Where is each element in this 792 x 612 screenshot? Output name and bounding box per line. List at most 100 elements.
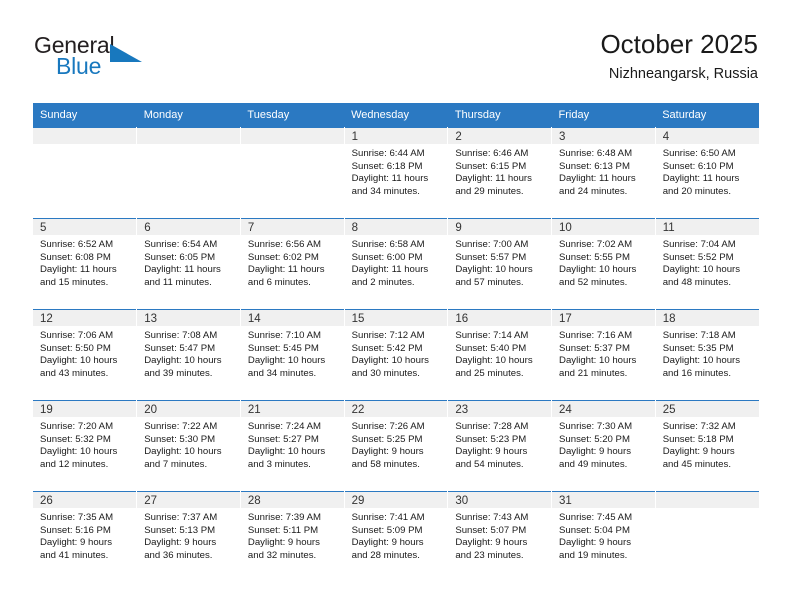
calendar-day-cell[interactable]: 31 Sunrise: 7:45 AM Sunset: 5:04 PM Dayligh… bbox=[551, 491, 656, 582]
sunrise-text: Sunrise: 7:41 AM bbox=[351, 512, 425, 523]
calendar-day-cell[interactable]: 3 Sunrise: 6:48 AM Sunset: 6:13 PM Daylight… bbox=[551, 127, 656, 219]
calendar-day-cell[interactable]: 22 Sunrise: 7:26 AM Sunset: 5:25 PM Dayligh… bbox=[344, 400, 449, 492]
sunrise-text: Sunrise: 7:45 AM bbox=[559, 512, 633, 523]
day-details: Sunrise: 7:45 AM Sunset: 5:04 PM Daylight:… bbox=[552, 508, 655, 562]
daylight-text-line1: Daylight: 10 hours bbox=[455, 355, 533, 367]
day-details: Sunrise: 6:52 AM Sunset: 6:08 PM Daylight:… bbox=[33, 235, 136, 289]
daylight-text-line2: and 34 minutes. bbox=[351, 185, 420, 197]
sunset-text: Sunset: 5:37 PM bbox=[559, 342, 630, 354]
day-details: Sunrise: 6:46 AM Sunset: 6:15 PM Daylight:… bbox=[448, 144, 551, 198]
calendar-day-cell[interactable]: 17 Sunrise: 7:16 AM Sunset: 5:37 PM Dayligh… bbox=[551, 309, 656, 401]
calendar-day-cell[interactable]: 12 Sunrise: 7:06 AM Sunset: 5:50 PM Dayligh… bbox=[33, 309, 138, 401]
calendar-day-cell-empty bbox=[33, 127, 138, 219]
calendar-day-cell[interactable]: 7 Sunrise: 6:56 AM Sunset: 6:02 PM Daylight… bbox=[240, 218, 345, 310]
calendar-day-cell[interactable]: 28 Sunrise: 7:39 AM Sunset: 5:11 PM Dayligh… bbox=[240, 491, 345, 582]
calendar-day-cell[interactable]: 25 Sunrise: 7:32 AM Sunset: 5:18 PM Dayligh… bbox=[655, 400, 759, 492]
weekday-header-sunday: Sunday bbox=[33, 103, 137, 128]
day-number: 24 bbox=[552, 401, 655, 417]
day-number: 20 bbox=[137, 401, 240, 417]
daylight-text-line1: Daylight: 10 hours bbox=[40, 355, 118, 367]
day-number bbox=[240, 128, 344, 144]
calendar-day-cell[interactable]: 2 Sunrise: 6:46 AM Sunset: 6:15 PM Daylight… bbox=[447, 127, 553, 219]
page-title: October 2025 bbox=[600, 29, 758, 59]
daylight-text-line2: and 30 minutes. bbox=[351, 367, 420, 379]
calendar-day-cell[interactable]: 11 Sunrise: 7:04 AM Sunset: 5:52 PM Dayligh… bbox=[655, 218, 759, 310]
day-details: Sunrise: 7:12 AM Sunset: 5:42 PM Daylight:… bbox=[345, 326, 448, 380]
daylight-text-line1: Daylight: 10 hours bbox=[144, 446, 222, 458]
daylight-text-line2: and 58 minutes. bbox=[351, 458, 420, 470]
daylight-text-line2: and 19 minutes. bbox=[559, 549, 628, 561]
daylight-text-line2: and 52 minutes. bbox=[559, 276, 628, 288]
day-details: Sunrise: 7:02 AM Sunset: 5:55 PM Daylight:… bbox=[552, 235, 655, 289]
daylight-text-line1: Daylight: 10 hours bbox=[455, 264, 533, 276]
calendar-day-cell[interactable]: 26 Sunrise: 7:35 AM Sunset: 5:16 PM Dayligh… bbox=[33, 491, 138, 582]
calendar-day-cell[interactable]: 4 Sunrise: 6:50 AM Sunset: 6:10 PM Daylight… bbox=[655, 127, 759, 219]
calendar-day-cell[interactable]: 14 Sunrise: 7:10 AM Sunset: 5:45 PM Dayligh… bbox=[240, 309, 345, 401]
calendar-day-cell[interactable]: 13 Sunrise: 7:08 AM Sunset: 5:47 PM Dayligh… bbox=[136, 309, 241, 401]
day-details: Sunrise: 6:56 AM Sunset: 6:02 PM Daylight:… bbox=[241, 235, 344, 289]
day-details: Sunrise: 7:00 AM Sunset: 5:57 PM Daylight:… bbox=[448, 235, 551, 289]
daylight-text-line1: Daylight: 10 hours bbox=[559, 355, 637, 367]
day-number: 16 bbox=[448, 310, 552, 326]
calendar-day-cell[interactable]: 24 Sunrise: 7:30 AM Sunset: 5:20 PM Dayligh… bbox=[551, 400, 656, 492]
calendar-day-cell[interactable]: 8 Sunrise: 6:58 AM Sunset: 6:00 PM Daylight… bbox=[344, 218, 449, 310]
calendar-day-cell[interactable]: 6 Sunrise: 6:54 AM Sunset: 6:05 PM Daylight… bbox=[136, 218, 241, 310]
calendar-day-cell[interactable]: 21 Sunrise: 7:24 AM Sunset: 5:27 PM Dayligh… bbox=[240, 400, 345, 492]
calendar-day-cell[interactable]: 27 Sunrise: 7:37 AM Sunset: 5:13 PM Dayligh… bbox=[136, 491, 241, 582]
daylight-text-line1: Daylight: 10 hours bbox=[247, 355, 326, 367]
daylight-text-line2: and 24 minutes. bbox=[559, 185, 628, 197]
sunrise-text: Sunrise: 7:35 AM bbox=[40, 512, 114, 523]
sunset-text: Sunset: 5:55 PM bbox=[559, 251, 630, 263]
daylight-text-line2: and 43 minutes. bbox=[40, 367, 109, 379]
calendar-table: Sunday Monday Tuesday Wednesday Thursday… bbox=[33, 103, 759, 582]
sunset-text: Sunset: 5:30 PM bbox=[144, 433, 216, 445]
day-number: 18 bbox=[655, 310, 759, 326]
day-details: Sunrise: 7:32 AM Sunset: 5:18 PM Daylight:… bbox=[656, 417, 759, 471]
calendar-day-cell[interactable]: 16 Sunrise: 7:14 AM Sunset: 5:40 PM Dayligh… bbox=[447, 309, 553, 401]
daylight-text-line2: and 48 minutes. bbox=[662, 276, 731, 288]
daylight-text-line1: Daylight: 11 hours bbox=[351, 264, 429, 276]
sunrise-text: Sunrise: 7:20 AM bbox=[40, 421, 114, 432]
weekday-header-friday: Friday bbox=[551, 103, 656, 128]
day-details: Sunrise: 7:43 AM Sunset: 5:07 PM Daylight:… bbox=[448, 508, 551, 562]
calendar-week-row: 19 Sunrise: 7:20 AM Sunset: 5:32 PM Dayligh… bbox=[33, 400, 759, 492]
sunset-text: Sunset: 5:45 PM bbox=[247, 342, 319, 354]
calendar-day-cell[interactable]: 5 Sunrise: 6:52 AM Sunset: 6:08 PM Daylight… bbox=[33, 218, 138, 310]
sunrise-text: Sunrise: 7:14 AM bbox=[455, 330, 529, 341]
daylight-text-line2: and 21 minutes. bbox=[559, 367, 628, 379]
calendar-day-cell[interactable]: 23 Sunrise: 7:28 AM Sunset: 5:23 PM Dayligh… bbox=[447, 400, 553, 492]
sunrise-text: Sunrise: 7:32 AM bbox=[662, 421, 736, 432]
day-details: Sunrise: 7:37 AM Sunset: 5:13 PM Daylight:… bbox=[137, 508, 240, 562]
calendar-day-cell[interactable]: 19 Sunrise: 7:20 AM Sunset: 5:32 PM Dayligh… bbox=[33, 400, 138, 492]
day-details: Sunrise: 7:06 AM Sunset: 5:50 PM Daylight:… bbox=[33, 326, 136, 380]
general-blue-logo[interactable]: General Blue bbox=[34, 32, 214, 88]
day-details: Sunrise: 7:41 AM Sunset: 5:09 PM Daylight:… bbox=[345, 508, 448, 562]
daylight-text-line1: Daylight: 9 hours bbox=[559, 446, 632, 458]
calendar-day-cell[interactable]: 10 Sunrise: 7:02 AM Sunset: 5:55 PM Dayligh… bbox=[551, 218, 656, 310]
daylight-text-line2: and 12 minutes. bbox=[40, 458, 109, 470]
calendar-day-cell[interactable]: 18 Sunrise: 7:18 AM Sunset: 5:35 PM Dayligh… bbox=[655, 309, 759, 401]
calendar-day-cell[interactable]: 29 Sunrise: 7:41 AM Sunset: 5:09 PM Dayligh… bbox=[344, 491, 449, 582]
daylight-text-line1: Daylight: 11 hours bbox=[455, 173, 532, 185]
daylight-text-line1: Daylight: 9 hours bbox=[662, 446, 735, 458]
daylight-text-line1: Daylight: 11 hours bbox=[40, 264, 117, 276]
sunset-text: Sunset: 5:50 PM bbox=[40, 342, 111, 354]
logo-text-blue: Blue bbox=[56, 53, 102, 79]
sunset-text: Sunset: 5:11 PM bbox=[247, 524, 319, 536]
calendar-day-cell[interactable]: 15 Sunrise: 7:12 AM Sunset: 5:42 PM Dayligh… bbox=[344, 309, 449, 401]
day-details: Sunrise: 7:10 AM Sunset: 5:45 PM Daylight:… bbox=[241, 326, 344, 380]
day-details: Sunrise: 7:28 AM Sunset: 5:23 PM Daylight:… bbox=[448, 417, 551, 471]
day-number: 6 bbox=[137, 219, 240, 235]
daylight-text-line1: Daylight: 11 hours bbox=[351, 173, 429, 185]
daylight-text-line2: and 16 minutes. bbox=[662, 367, 731, 379]
calendar-day-cell[interactable]: 30 Sunrise: 7:43 AM Sunset: 5:07 PM Dayligh… bbox=[447, 491, 553, 582]
day-number: 21 bbox=[240, 401, 344, 417]
calendar-day-cell-empty bbox=[655, 491, 759, 582]
calendar-day-cell[interactable]: 1 Sunrise: 6:44 AM Sunset: 6:18 PM Daylight… bbox=[344, 127, 449, 219]
calendar-day-cell[interactable]: 20 Sunrise: 7:22 AM Sunset: 5:30 PM Dayligh… bbox=[136, 400, 241, 492]
sunset-text: Sunset: 5:47 PM bbox=[144, 342, 216, 354]
daylight-text-line2: and 25 minutes. bbox=[455, 367, 524, 379]
sunrise-text: Sunrise: 6:46 AM bbox=[455, 148, 529, 159]
calendar-day-cell[interactable]: 9 Sunrise: 7:00 AM Sunset: 5:57 PM Daylight… bbox=[447, 218, 553, 310]
daylight-text-line1: Daylight: 9 hours bbox=[144, 537, 217, 549]
